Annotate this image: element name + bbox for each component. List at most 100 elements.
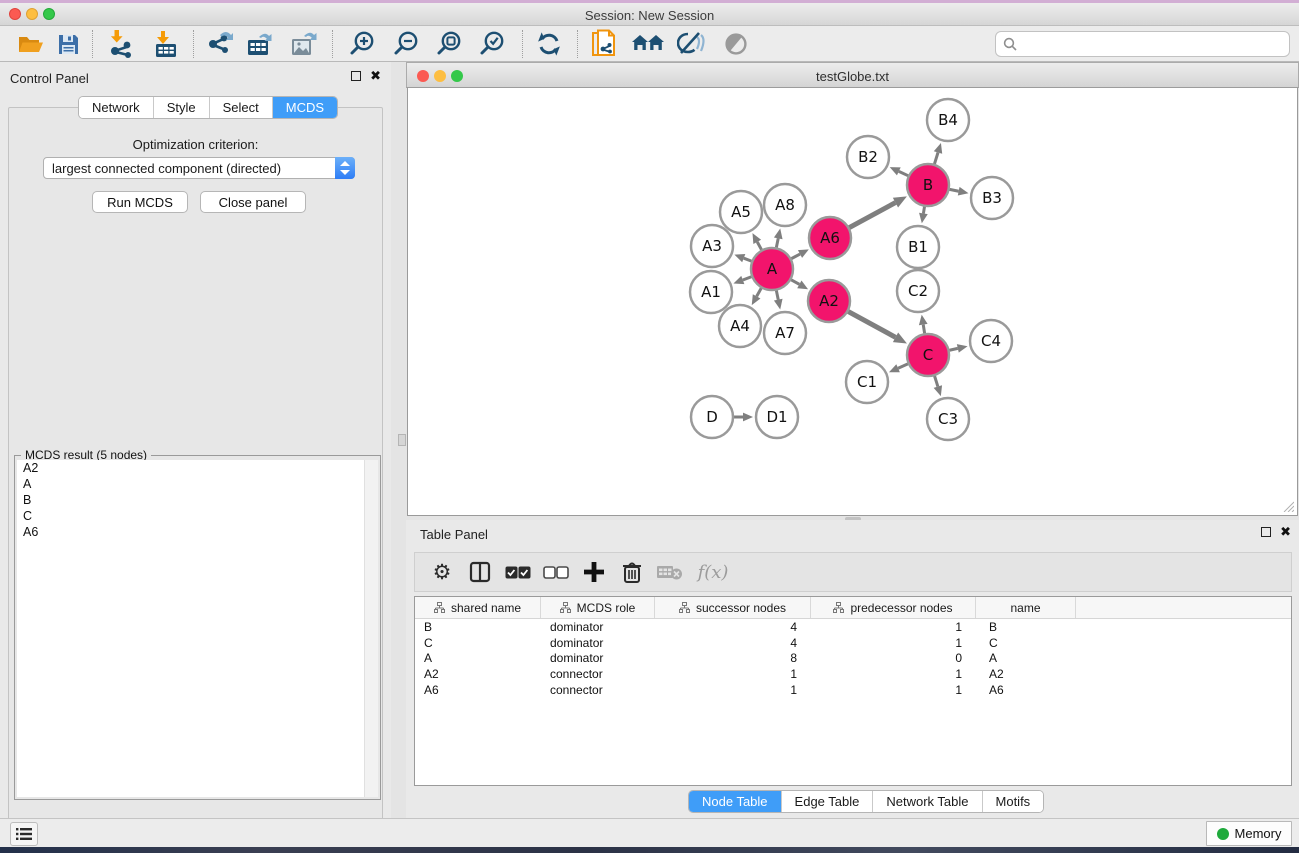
edge-A-A5[interactable] — [757, 242, 761, 250]
memory-button[interactable]: Memory — [1206, 821, 1292, 846]
result-item[interactable]: A2 — [17, 460, 365, 476]
tab-network-table[interactable]: Network Table — [872, 791, 981, 812]
close-panel-icon[interactable]: ✖ — [370, 71, 381, 81]
zoom-fit-button[interactable] — [431, 29, 467, 59]
column-header-name[interactable]: name — [976, 597, 1076, 618]
column-header-successor-nodes[interactable]: successor nodes — [655, 597, 811, 618]
hide-labels-button[interactable] — [673, 29, 709, 59]
mcds-result-list[interactable]: A2ABCA6 — [17, 460, 365, 797]
float-table-panel-icon[interactable] — [1261, 527, 1271, 537]
search-input[interactable] — [1022, 37, 1289, 52]
criterion-dropdown[interactable]: largest connected component (directed) — [43, 157, 355, 179]
delete-column-button[interactable] — [613, 555, 651, 589]
zoom-in-button[interactable] — [344, 29, 380, 59]
edge-B-B1[interactable] — [923, 207, 924, 214]
unselect-all-icon — [543, 566, 569, 579]
tab-select[interactable]: Select — [209, 97, 272, 118]
column-header-MCDS-role[interactable]: MCDS role — [541, 597, 655, 618]
import-table-button[interactable] — [148, 29, 184, 59]
export-network-button[interactable] — [202, 29, 238, 59]
edge-C-C1[interactable] — [898, 364, 908, 368]
result-scrollbar[interactable] — [364, 460, 378, 797]
open-file-button[interactable] — [13, 29, 49, 59]
export-image-icon — [290, 30, 318, 58]
tab-edge-table[interactable]: Edge Table — [781, 791, 873, 812]
table-row[interactable]: Bdominator41B — [415, 619, 1291, 635]
column-header-shared-name[interactable]: shared name — [415, 597, 541, 618]
task-history-button[interactable] — [10, 822, 38, 846]
result-item[interactable]: B — [17, 492, 365, 508]
hide-labels-icon — [677, 31, 705, 57]
close-table-panel-icon[interactable]: ✖ — [1280, 527, 1291, 537]
tab-style[interactable]: Style — [153, 97, 209, 118]
zoom-out-button[interactable] — [388, 29, 424, 59]
table-row[interactable]: A6connector11A6 — [415, 682, 1291, 698]
result-item[interactable]: C — [17, 508, 365, 524]
columns-icon — [469, 561, 491, 583]
table-settings-button[interactable]: ⚙ — [423, 555, 461, 589]
table-cell: A — [415, 651, 541, 665]
network-canvas[interactable]: AA1A2A3A4A5A6A7A8BB1B2B3B4CC1C2C3C4DD1 — [407, 88, 1298, 516]
tab-network[interactable]: Network — [79, 97, 153, 118]
float-panel-icon[interactable] — [351, 71, 361, 81]
export-image-button[interactable] — [286, 29, 322, 59]
edge-B-B4[interactable] — [934, 152, 938, 163]
function-builder-button[interactable]: f(x) — [689, 555, 737, 589]
save-session-button[interactable] — [50, 29, 86, 59]
edge-A-A4[interactable] — [757, 288, 762, 296]
column-selector-button[interactable] — [461, 555, 499, 589]
graph-node-label: A7 — [775, 324, 795, 342]
edge-A-A1[interactable] — [743, 277, 752, 280]
edge-B-B3[interactable] — [950, 189, 959, 191]
graph-node-label: A4 — [730, 317, 750, 335]
table-cell: 4 — [655, 620, 811, 634]
table-row[interactable]: Adominator80A — [415, 651, 1291, 667]
optimization-criterion-label: Optimization criterion: — [0, 137, 391, 152]
graph-node-label: C3 — [938, 410, 958, 428]
delete-table-button[interactable] — [651, 555, 689, 589]
result-item[interactable]: A — [17, 476, 365, 492]
tab-motifs[interactable]: Motifs — [982, 791, 1044, 812]
add-column-button[interactable] — [575, 555, 613, 589]
edge-C-C4[interactable] — [949, 348, 957, 350]
network-vertical-scroll-thumb[interactable] — [398, 434, 406, 446]
edge-A-A2[interactable] — [791, 280, 799, 285]
edge-C-C2[interactable] — [923, 325, 924, 334]
edge-A-A6[interactable] — [791, 254, 800, 259]
home-button[interactable] — [630, 29, 666, 59]
edge-A-A3[interactable] — [744, 258, 752, 261]
graph-node-label: B2 — [858, 148, 878, 166]
edge-A-A8[interactable] — [776, 238, 778, 247]
table-panel-title: Table Panel — [420, 527, 488, 542]
control-panel-title: Control Panel — [10, 71, 89, 86]
edge-A2-C[interactable] — [848, 312, 895, 338]
edge-arrowhead — [934, 143, 942, 154]
table-cell: 8 — [655, 651, 811, 665]
zoom-selected-button[interactable] — [474, 29, 510, 59]
network-window-titlebar[interactable]: testGlobe.txt — [406, 62, 1299, 88]
run-mcds-button[interactable]: Run MCDS — [92, 191, 188, 213]
tab-node-table[interactable]: Node Table — [689, 791, 781, 812]
graph-node-label: C2 — [908, 282, 928, 300]
status-bar: Memory — [0, 818, 1299, 848]
graph-node-label: D — [706, 408, 718, 426]
show-graphics-button[interactable] — [718, 29, 754, 59]
edge-A6-B[interactable] — [849, 203, 895, 228]
table-row[interactable]: Cdominator41C — [415, 635, 1291, 651]
result-item[interactable]: A6 — [17, 524, 365, 540]
refresh-button[interactable] — [531, 29, 567, 59]
resize-grip-icon[interactable] — [1282, 500, 1294, 512]
edge-C-C3[interactable] — [935, 376, 938, 387]
select-all-button[interactable] — [499, 555, 537, 589]
column-header-predecessor-nodes[interactable]: predecessor nodes — [811, 597, 976, 618]
unselect-all-button[interactable] — [537, 555, 575, 589]
tab-mcds[interactable]: MCDS — [272, 97, 337, 118]
search-field[interactable] — [995, 31, 1290, 57]
edge-A-A7[interactable] — [776, 291, 778, 300]
new-network-button[interactable] — [586, 29, 622, 59]
edge-B-B2[interactable] — [899, 171, 908, 175]
table-row[interactable]: A2connector11A2 — [415, 666, 1291, 682]
close-panel-button[interactable]: Close panel — [200, 191, 306, 213]
export-table-button[interactable] — [242, 29, 278, 59]
import-network-button[interactable] — [103, 29, 139, 59]
